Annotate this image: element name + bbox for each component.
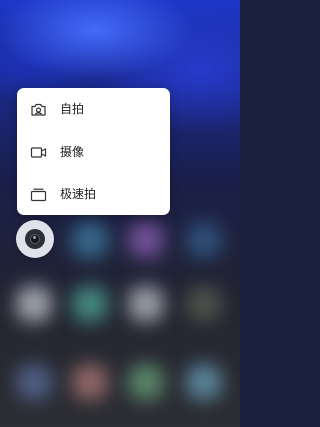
shortcut-selfie-label: 自拍 [60, 102, 85, 116]
shortcut-video-label: 摄像 [60, 145, 85, 159]
blurred-app-icon [16, 364, 52, 400]
shortcut-quick-shot-label: 极速拍 [60, 187, 97, 201]
shortcut-video[interactable]: 摄像 [17, 133, 170, 171]
blurred-app-icon [186, 222, 222, 258]
blurred-app-icon [72, 286, 108, 322]
lens-glint [33, 236, 36, 239]
selfie-camera-icon [31, 103, 46, 116]
camera-app-icon[interactable] [16, 220, 54, 258]
blurred-app-icon [72, 364, 108, 400]
blurred-app-icon [186, 286, 222, 322]
blurred-app-icon [128, 286, 164, 322]
shortcut-quick-shot[interactable]: 极速拍 [17, 175, 170, 213]
camera-shortcut-menu: 自拍 摄像 极速拍 [17, 88, 170, 215]
shortcut-selfie[interactable]: 自拍 [17, 90, 170, 128]
blurred-app-icon [128, 364, 164, 400]
blurred-app-icon [186, 364, 222, 400]
video-camera-icon [30, 146, 47, 158]
blurred-app-icon [16, 286, 52, 322]
quick-shot-icon [30, 188, 47, 201]
blurred-app-icon [72, 222, 108, 258]
blurred-app-icon [128, 222, 164, 258]
